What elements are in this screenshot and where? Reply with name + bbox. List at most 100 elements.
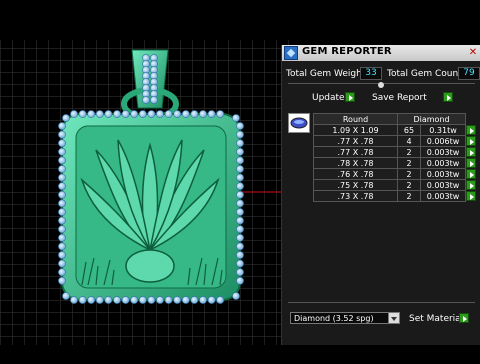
- gem: [236, 233, 244, 242]
- gem: [95, 296, 104, 304]
- gem: [173, 110, 182, 118]
- gem: [216, 110, 225, 118]
- gem: [236, 276, 244, 285]
- table-row[interactable]: .75 X .78 2 0.003tw: [313, 179, 477, 191]
- gem: [150, 96, 158, 104]
- gem-weight: 0.003tw: [420, 168, 466, 180]
- gem-count: 2: [397, 168, 421, 180]
- gem-count: 2: [397, 179, 421, 191]
- gem: [181, 110, 190, 118]
- panel-titlebar[interactable]: GEM REPORTER ✕: [282, 45, 480, 61]
- select-row-button[interactable]: [466, 146, 476, 157]
- gem-size: .75 X .78: [313, 179, 398, 191]
- gem-size: .76 X .78: [313, 168, 398, 180]
- save-report-label: Save Report: [372, 93, 427, 103]
- pendant-base: [125, 249, 175, 283]
- gem: [236, 190, 244, 199]
- gem-app-icon: [284, 46, 298, 60]
- save-report-button[interactable]: [443, 92, 453, 102]
- table-row[interactable]: .78 X .78 2 0.003tw: [313, 157, 477, 169]
- gem-weight: 0.003tw: [420, 190, 466, 202]
- gem: [70, 296, 78, 304]
- gem: [87, 110, 96, 118]
- total-count-label: Total Gem Count: [387, 69, 462, 79]
- gem-weight: 0.003tw: [420, 157, 466, 169]
- update-label: Update: [312, 93, 345, 103]
- gem-thumbnail[interactable]: [288, 113, 310, 133]
- gem-size: .73 X .78: [313, 190, 398, 202]
- gem-size: .77 X .78: [313, 135, 398, 147]
- select-row-button[interactable]: [466, 135, 476, 146]
- gem: [58, 276, 66, 285]
- gem: [207, 296, 216, 304]
- gem-count: 4: [397, 135, 421, 147]
- gem: [236, 147, 244, 156]
- gem: [236, 139, 244, 148]
- panel-title: GEM REPORTER: [302, 46, 392, 57]
- gem: [130, 110, 139, 118]
- gem: [138, 110, 147, 118]
- gem: [236, 182, 244, 191]
- gem-table: Round Diamond 1.09 X 1.09 65 0.31tw .77 X .…: [313, 113, 477, 202]
- gem: [113, 296, 121, 304]
- gem: [95, 110, 104, 118]
- gem: [236, 268, 244, 277]
- gem: [190, 296, 199, 304]
- table-row[interactable]: .76 X .78 2 0.003tw: [313, 168, 477, 180]
- gem: [190, 110, 199, 118]
- select-row-button[interactable]: [466, 168, 476, 179]
- gem: [147, 110, 156, 118]
- table-row[interactable]: .77 X .78 4 0.006tw: [313, 135, 477, 147]
- gem: [87, 296, 96, 304]
- material-select[interactable]: Diamond (3.52 spg): [290, 312, 400, 324]
- total-count-value: 79: [458, 67, 480, 80]
- gem-count: 65: [397, 124, 421, 136]
- gem: [104, 110, 113, 118]
- gem: [62, 292, 70, 300]
- gem: [104, 296, 113, 304]
- table-row[interactable]: 1.09 X 1.09 65 0.31tw: [313, 124, 477, 136]
- gem: [236, 242, 244, 251]
- gem: [58, 165, 66, 173]
- gem: [58, 208, 66, 216]
- select-row-button[interactable]: [466, 157, 476, 168]
- gem: [58, 130, 66, 139]
- gem: [236, 216, 244, 225]
- close-icon[interactable]: ✕: [468, 48, 478, 58]
- gem-weight: 0.006tw: [420, 135, 466, 147]
- gem-count: 2: [397, 157, 421, 169]
- select-row-button[interactable]: [466, 190, 476, 201]
- column-header-shape: Round: [313, 113, 398, 125]
- gem: [58, 156, 66, 165]
- gem: [156, 110, 164, 118]
- gem: [58, 199, 66, 208]
- column-header-material: Diamond: [397, 113, 466, 125]
- divider: [288, 302, 475, 303]
- gem: [121, 110, 130, 118]
- gem: [236, 259, 244, 268]
- set-material-label: Set Material: [409, 314, 464, 324]
- gem-count: 2: [397, 146, 421, 158]
- gem: [164, 296, 173, 304]
- gem: [58, 182, 66, 191]
- splitter-handle[interactable]: [378, 82, 384, 88]
- gem: [207, 110, 216, 118]
- select-row-button[interactable]: [466, 124, 476, 135]
- gem: [58, 216, 66, 225]
- select-row-button[interactable]: [466, 179, 476, 190]
- update-button[interactable]: [345, 92, 355, 102]
- material-select-value: Diamond (3.52 spg): [294, 314, 374, 323]
- chevron-down-icon[interactable]: [388, 313, 399, 323]
- gem: [58, 233, 66, 242]
- gem-size: .78 X .78: [313, 157, 398, 169]
- gem: [78, 110, 87, 118]
- gem-weight: 0.31tw: [420, 124, 466, 136]
- gem: [236, 122, 244, 130]
- table-row[interactable]: .73 X .78 2 0.003tw: [313, 190, 477, 202]
- gem: [58, 259, 66, 268]
- set-material-button[interactable]: [459, 313, 469, 323]
- gem: [236, 225, 244, 234]
- table-row[interactable]: .77 X .78 2 0.003tw: [313, 146, 477, 158]
- gem: [199, 296, 207, 304]
- gem: [58, 225, 66, 234]
